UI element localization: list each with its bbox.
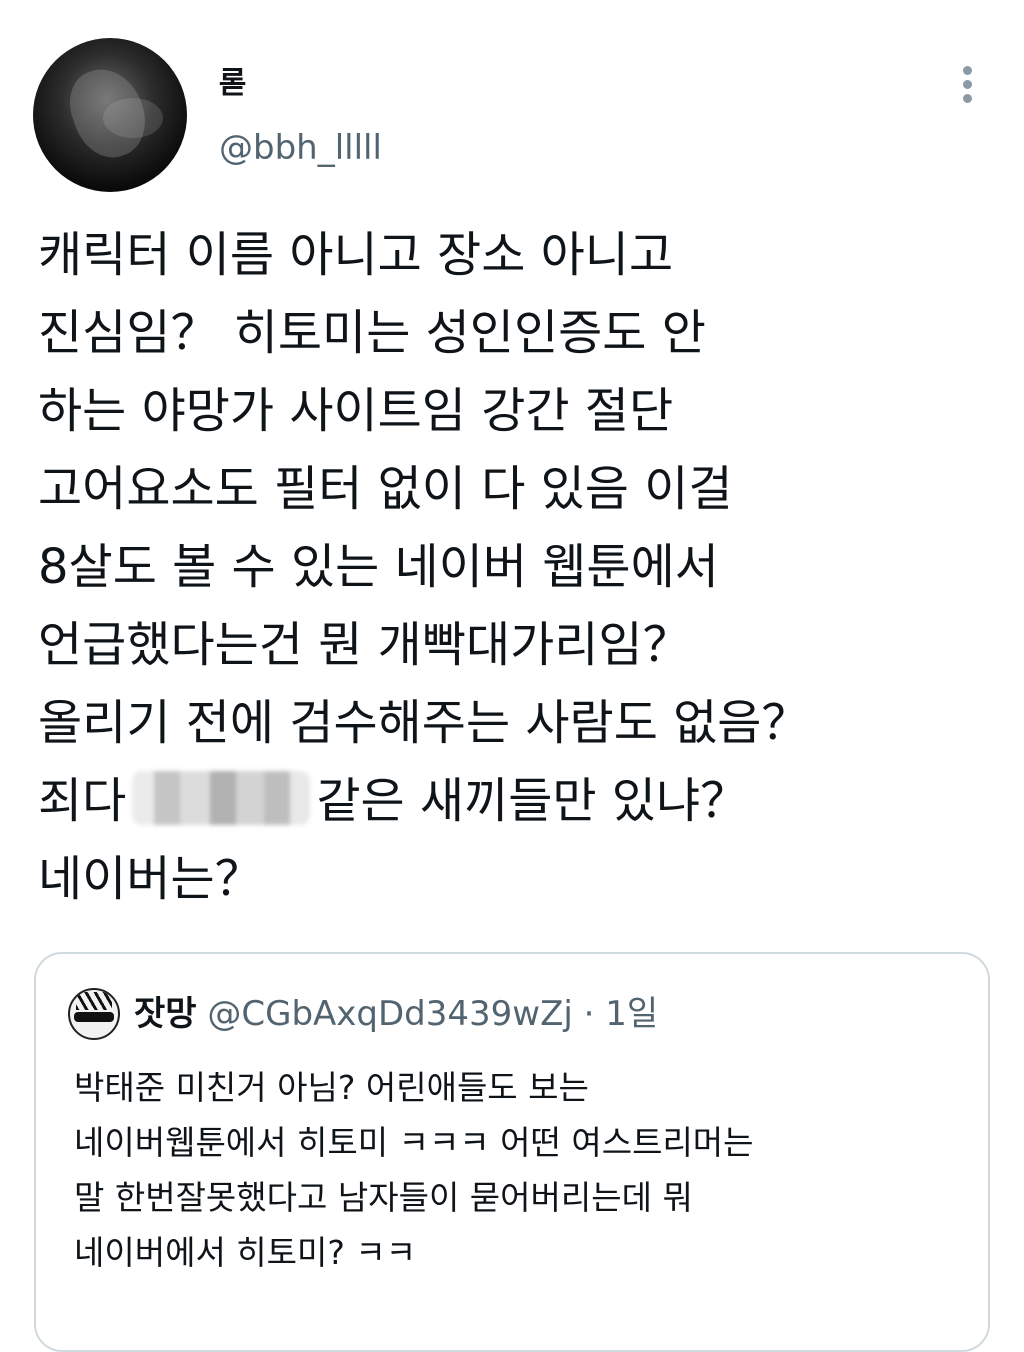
quote-header: 잣망 @CGbAxqDd3439wZj · 1일 bbox=[134, 992, 658, 1036]
tweet-line-censored: 죄다 같은 새끼들만 있냐？ bbox=[38, 762, 1018, 840]
avatar-blindfold bbox=[74, 1012, 114, 1022]
author-display-name[interactable]: 롣 bbox=[219, 64, 247, 104]
avatar-highlight bbox=[103, 98, 163, 138]
quote-line: 박태준 미친거 아님? 어린애들도 보는 bbox=[74, 1068, 589, 1107]
tweet-line: 8살도 볼 수 있는 네이버 웹툰에서 bbox=[38, 539, 719, 595]
author-handle[interactable]: @bbh_lllll bbox=[219, 126, 382, 170]
tweet-line: 네이버는？ bbox=[38, 851, 263, 907]
quote-line: 네이버에서 히토미? ㅋㅋ bbox=[74, 1233, 417, 1272]
quote-line: 네이버웹툰에서 히토미 ㅋㅋㅋ 어떤 여스트리머는 bbox=[74, 1123, 754, 1162]
quote-line: 말 한번잘못했다고 남자들이 묻어버리는데 뭐 bbox=[74, 1178, 693, 1217]
tweet-line: 하는 야망가 사이트임 강간 절단 bbox=[38, 383, 674, 439]
quote-text: 박태준 미친거 아님? 어린애들도 보는 네이버웹툰에서 히토미 ㅋㅋㅋ 어떤 … bbox=[74, 1060, 974, 1280]
censored-line-before: 죄다 bbox=[38, 773, 127, 829]
tweet-line: 진심임？ 히토미는 성인인증도 안 bbox=[38, 305, 706, 361]
avatar-hair bbox=[76, 992, 112, 1010]
tweet-text: 캐릭터 이름 아니고 장소 아니고 진심임？ 히토미는 성인인증도 안 하는 야… bbox=[38, 216, 1018, 918]
more-vertical-icon[interactable] bbox=[958, 62, 978, 106]
more-dot bbox=[963, 80, 972, 89]
quote-display-name: 잣망 bbox=[134, 994, 197, 1034]
tweet-line: 언급했다는건 뭔 개빡대가리임？ bbox=[38, 617, 691, 673]
quote-author-avatar bbox=[68, 988, 120, 1040]
author-avatar[interactable] bbox=[33, 38, 187, 192]
more-dot bbox=[963, 94, 972, 103]
more-dot bbox=[963, 66, 972, 75]
censor-mosaic bbox=[132, 771, 311, 825]
tweet-line: 올리기 전에 검수해주는 사람도 없음？ bbox=[38, 695, 810, 751]
censored-line-after: 같은 새끼들만 있냐？ bbox=[316, 773, 749, 829]
quote-separator: · bbox=[583, 994, 595, 1034]
tweet-line: 고어요소도 필터 없이 다 있음 이걸 bbox=[38, 461, 733, 517]
tweet-line: 캐릭터 이름 아니고 장소 아니고 bbox=[38, 227, 674, 283]
quote-timestamp: 1일 bbox=[605, 994, 659, 1034]
quote-handle: @CGbAxqDd3439wZj bbox=[207, 994, 573, 1034]
